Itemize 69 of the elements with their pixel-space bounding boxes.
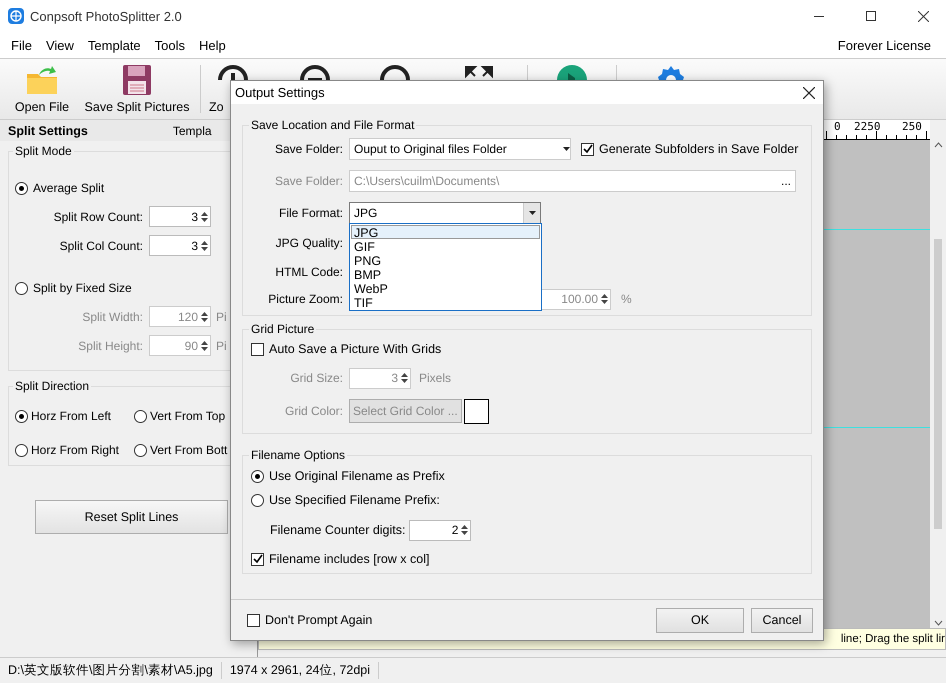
group-title: Grid Picture [250, 322, 316, 336]
radio-label: Vert From Top [150, 409, 226, 423]
spin-box[interactable]: 3 [149, 206, 211, 227]
menu-item[interactable]: File [4, 38, 39, 52]
status-text: 1974 x 2961, 24位, 72dpi [222, 662, 380, 679]
field-label: Grid Color: [284, 404, 344, 418]
license-label: Forever License [836, 38, 932, 52]
radio-label: Split by Fixed Size [33, 281, 132, 295]
cancel-button[interactable]: Cancel [751, 608, 813, 632]
field-label: JPG Quality: [274, 236, 344, 250]
list-option[interactable]: PNG [351, 252, 540, 266]
field-label: Filename Counter digits: [269, 523, 406, 537]
ok-button[interactable]: OK [656, 608, 744, 632]
radio-label: Use Original Filename as Prefix [269, 469, 445, 483]
checkbox-label: Don't Prompt Again [265, 613, 372, 627]
list-option[interactable]: BMP [351, 266, 540, 280]
field-label: Split Height: [77, 338, 144, 352]
unit-label: % [621, 292, 632, 306]
toolbar-label[interactable]: Zo [209, 100, 224, 114]
spin-box[interactable]: 3 [349, 368, 411, 388]
panel-tab[interactable]: Templa [172, 124, 212, 138]
menu-item[interactable]: Tools [148, 38, 192, 52]
radio-label: Vert From Bott [150, 443, 228, 457]
unit-label: Pixels [419, 371, 452, 385]
list-option[interactable]: JPG [351, 224, 540, 238]
list-option[interactable]: GIF [351, 238, 540, 252]
spin-box[interactable]: 3 [149, 235, 211, 256]
list-option[interactable]: TIF [351, 294, 540, 308]
spin-box[interactable]: 90 [149, 335, 211, 356]
radio-label: Horz From Right [31, 443, 120, 457]
status-text: D:\英文版软件\图片分割\素材\A5.jpg [0, 662, 222, 679]
dialog-title: Output Settings [235, 85, 325, 100]
group-title: Filename Options [250, 448, 346, 462]
spin-box[interactable]: 120 [149, 306, 211, 327]
group-title: Save Location and File Format [250, 118, 416, 132]
field-label: Save Folder: [274, 174, 344, 188]
reset-split-lines-button[interactable]: Reset Split Lines [35, 500, 228, 534]
field-label: Split Row Count: [52, 210, 144, 224]
group-title: Split Mode [14, 144, 73, 158]
panel-title: Split Settings [8, 124, 88, 138]
field-label: Split Col Count: [58, 238, 144, 252]
save-folder-dropdown[interactable]: Ouput to Original files Folder [349, 138, 571, 160]
group-title: Split Direction [14, 379, 90, 393]
toolbar-label[interactable]: Save Split Pictures [84, 100, 190, 114]
toolbar-label[interactable]: Open File [14, 100, 70, 114]
window-title: Conpsoft PhotoSplitter 2.0 [30, 8, 183, 24]
menu-item[interactable]: Template [80, 38, 148, 52]
radio-label: Use Specified Filename Prefix: [269, 493, 440, 507]
menu-item[interactable]: Help [192, 38, 233, 52]
field-label: Split Width: [81, 310, 144, 324]
list-option[interactable]: WebP [351, 280, 540, 294]
field-label: Grid Size: [289, 371, 344, 385]
field-label: File Format: [278, 206, 344, 220]
menu-item[interactable]: View [38, 38, 81, 52]
ruler-label: 250 [901, 120, 923, 133]
checkbox-label: Filename includes [row x col] [269, 552, 430, 566]
checkbox-label: Auto Save a Picture With Grids [269, 342, 442, 356]
field-label: HTML Code: [274, 264, 344, 278]
field-label: Picture Zoom: [267, 292, 344, 306]
spin-box[interactable]: 2 [409, 520, 472, 540]
unit-label: Pi [216, 338, 227, 352]
unit-label: Pi [216, 310, 227, 324]
field-label: Save Folder: [274, 142, 344, 156]
ruler-label: 2250 [853, 120, 882, 133]
ruler-label: 0 [833, 120, 842, 133]
radio-label: Horz From Left [31, 409, 112, 423]
checkbox-label: Generate Subfolders in Save Folder [599, 142, 798, 156]
radio-label: Average Split [33, 181, 104, 195]
help-text: line; Drag the split lir [840, 633, 945, 645]
